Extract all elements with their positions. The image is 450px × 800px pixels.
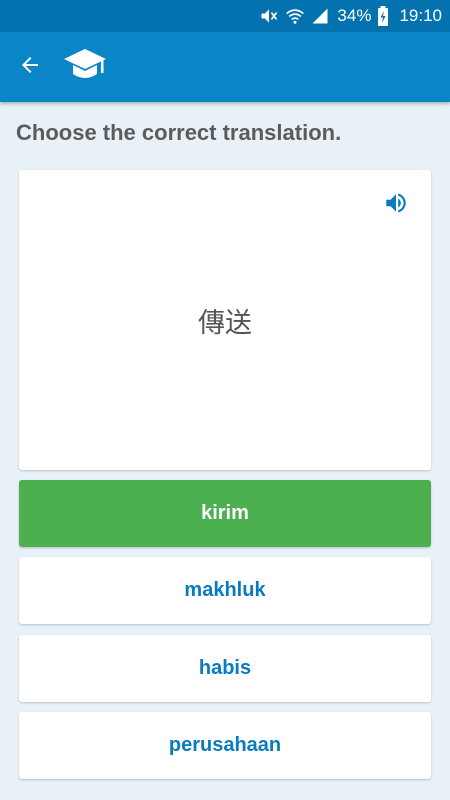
- back-button[interactable]: [0, 32, 60, 102]
- speaker-button[interactable]: [381, 190, 411, 220]
- answer-option[interactable]: perusahaan: [19, 712, 431, 779]
- speaker-icon: [383, 190, 409, 221]
- app-logo: [60, 32, 110, 102]
- signal-icon: [311, 7, 329, 25]
- question-word: 傳送: [198, 307, 252, 339]
- wifi-icon: [285, 6, 305, 26]
- mute-icon: [259, 6, 279, 26]
- app-bar: [0, 32, 450, 102]
- status-bar: 34% 19:10: [0, 0, 450, 32]
- quiz-prompt: Choose the correct translation.: [16, 120, 342, 145]
- clock: 19:10: [399, 6, 442, 25]
- battery-percent: 34%: [337, 6, 372, 25]
- graduation-cap-icon: [63, 45, 107, 90]
- arrow-left-icon: [18, 53, 42, 82]
- answer-option-correct[interactable]: kirim: [19, 480, 431, 547]
- question-card: 傳送: [19, 170, 431, 470]
- answer-option[interactable]: makhluk: [19, 557, 431, 624]
- battery-charging-icon: [377, 6, 389, 26]
- answer-option[interactable]: habis: [19, 635, 431, 702]
